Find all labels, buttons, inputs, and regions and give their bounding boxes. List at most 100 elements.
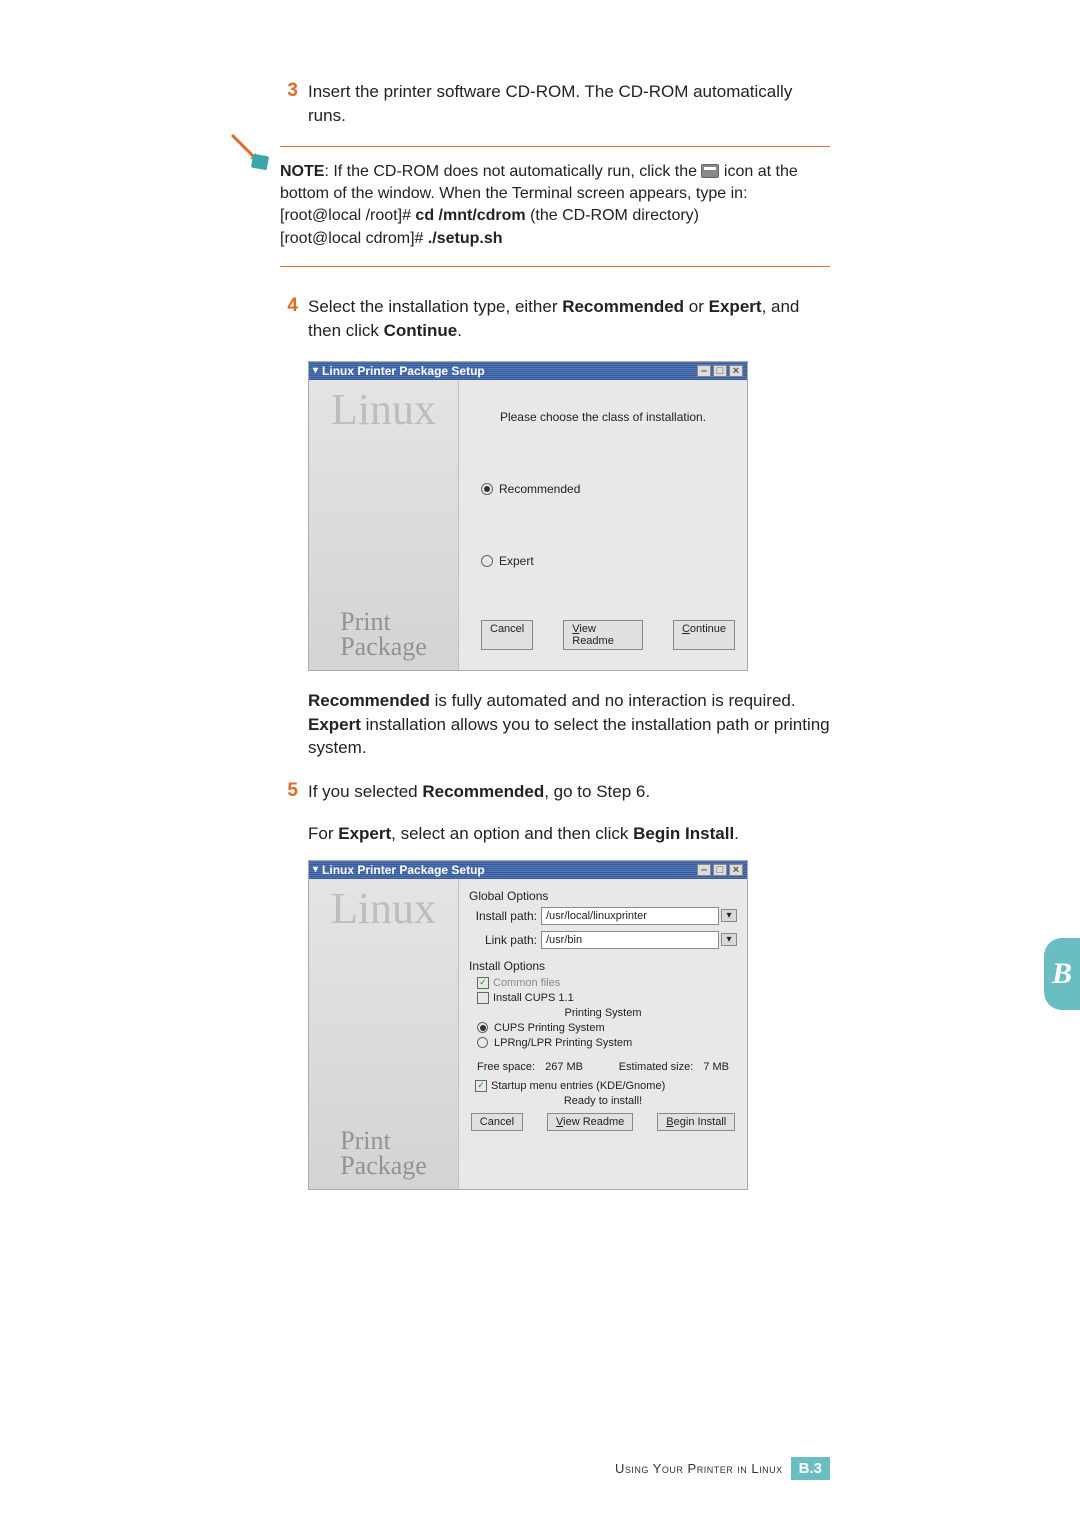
page-prefix: B.	[799, 1460, 814, 1477]
step5-mid: , go to Step 6.	[544, 782, 650, 801]
dialog-button-row: Cancel View Readme Begin Install	[469, 1109, 737, 1137]
step4-b2: Expert	[709, 297, 762, 316]
radio-dot-icon	[477, 1022, 488, 1033]
cmd1-suffix: (the CD-ROM directory)	[526, 207, 699, 224]
radio-expert[interactable]: Expert	[481, 554, 735, 568]
dialog-body: Linux PrintPackage Please choose the cla…	[309, 380, 747, 670]
radio-dot-icon	[477, 1037, 488, 1048]
install-path-input[interactable]: /usr/local/linuxprinter	[541, 907, 719, 925]
estimated-size-value: 7 MB	[703, 1061, 729, 1073]
global-options-label: Global Options	[469, 889, 737, 903]
para-rec-b2: Expert	[308, 715, 361, 734]
expert-paragraph: For Expert, select an option and then cl…	[308, 822, 830, 846]
dialog-title: Linux Printer Package Setup	[322, 863, 485, 877]
step-number: 3	[280, 80, 308, 128]
radio-label: Recommended	[499, 482, 580, 496]
step-text: Select the installation type, either Rec…	[308, 295, 830, 343]
brand-printpackage: PrintPackage	[334, 610, 433, 659]
installer-dialog-1: ▾ Linux Printer Package Setup – □ × Linu…	[308, 361, 748, 671]
step5-b1: Recommended	[422, 782, 544, 801]
dialog-sidebar: Linux PrintPackage	[309, 380, 459, 670]
brand-linux: Linux	[331, 889, 436, 929]
cmd1-bold: cd /mnt/cdrom	[415, 207, 525, 224]
step-text: Insert the printer software CD-ROM. The …	[308, 80, 830, 128]
close-button[interactable]: ×	[729, 365, 743, 377]
free-space-value: 267 MB	[545, 1061, 583, 1073]
step-5: 5 If you selected Recommended, go to Ste…	[280, 780, 830, 804]
cmd2-prefix: [root@local cdrom]#	[280, 230, 428, 247]
recommended-paragraph: Recommended is fully automated and no in…	[308, 689, 830, 760]
radio-dot-icon	[481, 483, 493, 495]
cups-system-radio[interactable]: CUPS Printing System	[469, 1022, 737, 1034]
window-menu-icon[interactable]: ▾	[313, 365, 318, 376]
ready-status: Ready to install!	[469, 1095, 737, 1107]
note-sep: :	[324, 163, 333, 180]
dialog-main: Please choose the class of installation.…	[459, 380, 747, 670]
btn-rest: iew Readme	[563, 1116, 624, 1128]
close-button[interactable]: ×	[729, 864, 743, 876]
dropdown-icon[interactable]: ▾	[721, 909, 737, 922]
mnemonic: C	[682, 623, 690, 635]
free-space-label: Free space:	[477, 1061, 535, 1073]
lprng-system-radio[interactable]: LPRng/LPR Printing System	[469, 1037, 737, 1049]
dialog-button-row: Cancel View Readme Continue	[471, 616, 735, 658]
step4-b3: Continue	[384, 321, 458, 340]
continue-button[interactable]: Continue	[673, 620, 735, 650]
cancel-button[interactable]: Cancel	[481, 620, 533, 650]
checkbox-label: Install CUPS 1.1	[493, 992, 574, 1004]
checkbox-icon	[477, 992, 489, 1004]
checkbox-icon	[477, 977, 489, 989]
note-icon	[226, 129, 270, 173]
brand-package: Package	[340, 632, 427, 661]
dialog-titlebar[interactable]: ▾ Linux Printer Package Setup – □ ×	[309, 861, 747, 879]
page-badge: B.3	[791, 1457, 830, 1480]
section-tab: B	[1044, 938, 1080, 1010]
link-path-row: Link path: /usr/bin ▾	[469, 931, 737, 949]
checkbox-icon	[475, 1080, 487, 1092]
printing-system-header: Printing System	[469, 1007, 737, 1019]
footer-text: Using Your Printer in Linux	[615, 1461, 783, 1476]
dropdown-icon[interactable]: ▾	[721, 933, 737, 946]
begin-install-button[interactable]: Begin Install	[657, 1113, 735, 1131]
minimize-button[interactable]: –	[697, 864, 711, 876]
step-number: 5	[280, 780, 308, 804]
minimize-button[interactable]: –	[697, 365, 711, 377]
install-cups-checkbox[interactable]: Install CUPS 1.1	[469, 992, 737, 1004]
view-readme-button[interactable]: View Readme	[547, 1113, 633, 1131]
estimated-size-label: Estimated size:	[619, 1061, 694, 1073]
brand-package: Package	[340, 1151, 427, 1180]
dialog-main: Global Options Install path: /usr/local/…	[459, 879, 747, 1189]
radio-recommended[interactable]: Recommended	[481, 482, 735, 496]
install-path-row: Install path: /usr/local/linuxprinter ▾	[469, 907, 737, 925]
link-path-label: Link path:	[469, 933, 541, 947]
window-menu-icon[interactable]: ▾	[313, 864, 318, 875]
cancel-button[interactable]: Cancel	[471, 1113, 523, 1131]
brand-linux: Linux	[331, 390, 436, 430]
para-rec-b1: Recommended	[308, 691, 430, 710]
note-body: NOTE: If the CD-ROM does not automatical…	[280, 161, 830, 251]
para-rec-t1: is fully automated and no interaction is…	[430, 691, 796, 710]
step4-end: .	[457, 321, 462, 340]
dialog-title: Linux Printer Package Setup	[322, 364, 485, 378]
dialog-titlebar[interactable]: ▾ Linux Printer Package Setup – □ ×	[309, 362, 747, 380]
disk-space-row: Free space: 267 MB Estimated size: 7 MB	[469, 1057, 737, 1077]
brand-printpackage: PrintPackage	[334, 1129, 433, 1178]
maximize-button[interactable]: □	[713, 864, 727, 876]
startup-menu-checkbox[interactable]: Startup menu entries (KDE/Gnome)	[469, 1080, 737, 1092]
install-options-label: Install Options	[469, 959, 737, 973]
common-files-checkbox[interactable]: Common files	[469, 977, 737, 989]
pe-b1: Expert	[338, 824, 391, 843]
view-readme-button[interactable]: View Readme	[563, 620, 643, 650]
radio-label: CUPS Printing System	[494, 1022, 605, 1034]
page-number: 3	[814, 1460, 822, 1477]
step4-mid: or	[684, 297, 709, 316]
terminal-icon	[701, 164, 719, 178]
link-path-input[interactable]: /usr/bin	[541, 931, 719, 949]
step-number: 4	[280, 295, 308, 343]
printing-system-label: Printing System	[564, 1007, 641, 1019]
pe-t2: , select an option and then click	[391, 824, 633, 843]
step5-a: If you selected	[308, 782, 422, 801]
step-4: 4 Select the installation type, either R…	[280, 295, 830, 343]
install-class-prompt: Please choose the class of installation.	[471, 410, 735, 424]
maximize-button[interactable]: □	[713, 365, 727, 377]
